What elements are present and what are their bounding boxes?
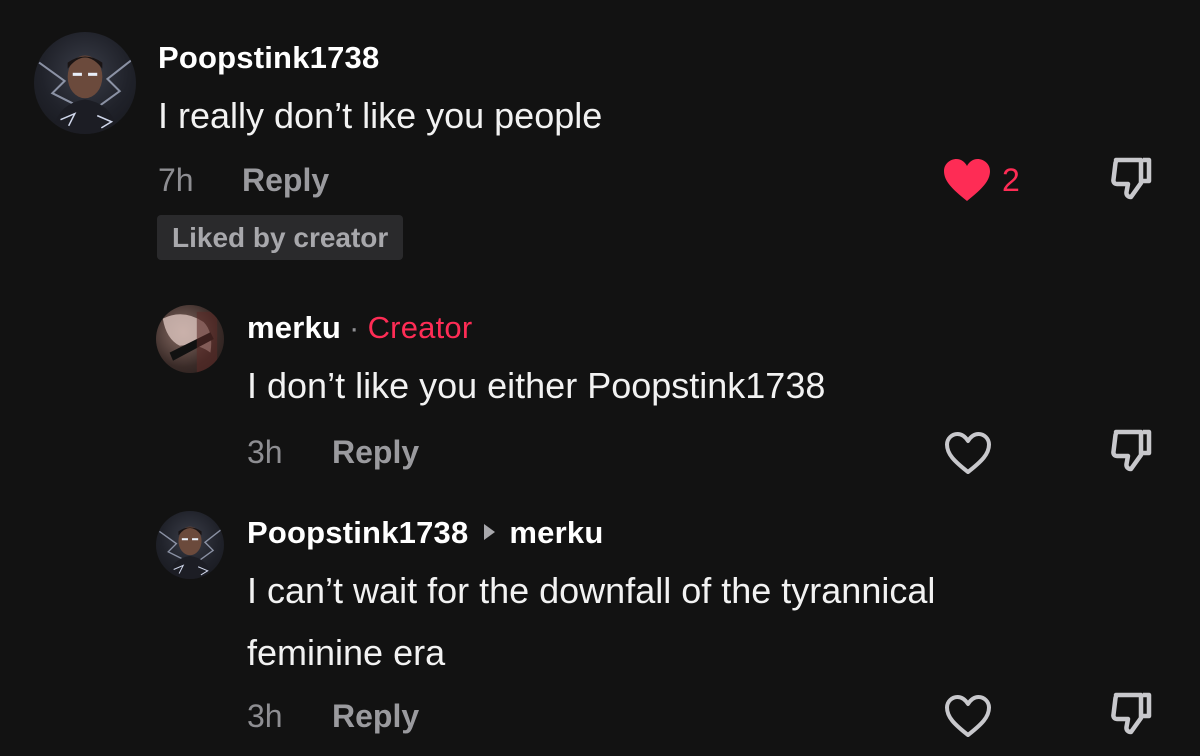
comment-username[interactable]: Poopstink1738	[158, 40, 379, 76]
comment-2: merku · Creator I don’t like you either Po…	[0, 270, 1200, 500]
heart-outline-icon	[945, 432, 991, 474]
creator-label: Creator	[367, 310, 473, 345]
heart-filled-icon	[944, 159, 990, 201]
thumbs-down-icon	[1111, 429, 1152, 472]
dislike-button[interactable]	[1109, 427, 1155, 475]
like-count: 2	[1002, 162, 1020, 198]
like-button[interactable]	[942, 157, 992, 203]
heart-outline-icon	[945, 695, 991, 737]
liked-by-creator-badge: Liked by creator	[157, 215, 404, 260]
comment-timestamp: 3h	[247, 434, 283, 470]
avatar[interactable]	[156, 511, 224, 579]
comment-text: I really don’t like you people	[158, 95, 603, 136]
comment-header: Poopstink1738 merku	[247, 515, 603, 551]
separator-dot: ·	[349, 310, 360, 345]
comment-text-line-2: feminine era	[247, 632, 446, 673]
comment-username[interactable]: merku	[247, 310, 341, 345]
comment-text: I don’t like you either Poopstink1738	[247, 365, 826, 406]
comment-username[interactable]: Poopstink1738	[247, 515, 468, 550]
thumbs-down-icon	[1111, 157, 1152, 200]
avatar-image	[38, 55, 132, 134]
avatar[interactable]	[34, 32, 136, 134]
comment-1: Poopstink1738 I really don’t like you pe…	[0, 0, 1200, 270]
reply-button[interactable]: Reply	[332, 698, 419, 735]
dislike-button[interactable]	[1109, 690, 1155, 738]
triangle-right-icon	[484, 524, 496, 540]
reply-button[interactable]: Reply	[242, 162, 329, 199]
avatar-image	[159, 526, 222, 579]
comment-timestamp: 7h	[158, 162, 194, 198]
comment-3: Poopstink1738 merku I can’t wait for the …	[0, 500, 1200, 756]
reply-to-username[interactable]: merku	[509, 515, 603, 550]
comment-header: merku · Creator	[247, 310, 472, 346]
dislike-button[interactable]	[1109, 155, 1155, 203]
comment-text-line-1: I can’t wait for the downfall of the tyr…	[247, 570, 936, 611]
thumbs-down-icon	[1111, 692, 1152, 735]
reply-button[interactable]: Reply	[332, 434, 419, 471]
comment-timestamp: 3h	[247, 698, 283, 734]
avatar[interactable]	[156, 305, 224, 373]
like-button[interactable]	[943, 430, 993, 476]
like-button[interactable]	[943, 693, 993, 739]
avatar-image	[162, 311, 218, 373]
